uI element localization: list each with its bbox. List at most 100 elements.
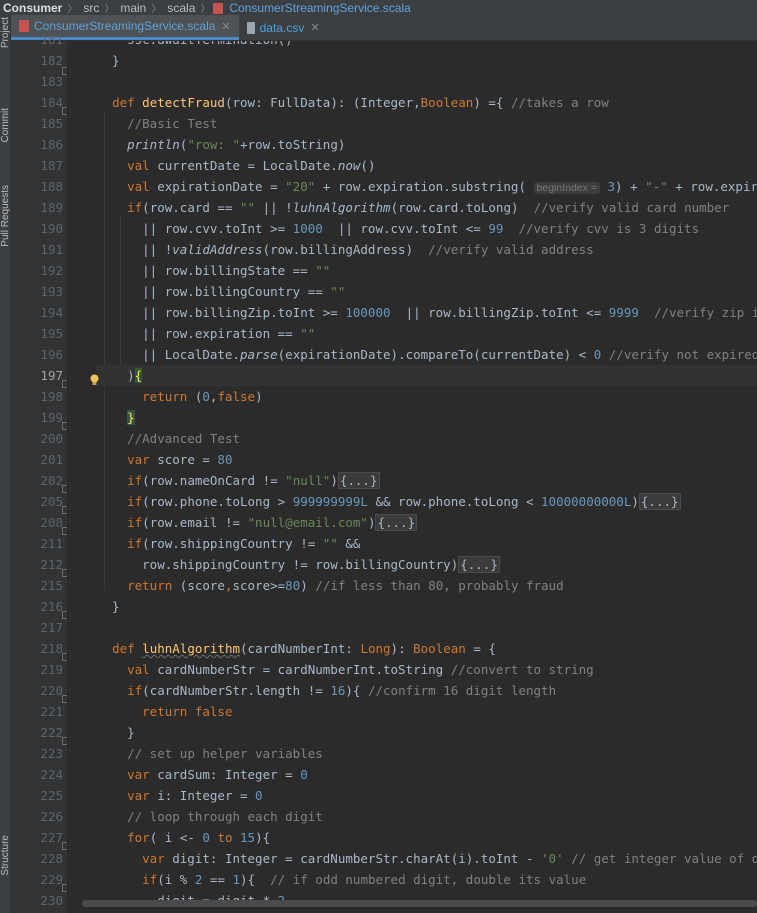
line-number: 222	[40, 725, 63, 740]
line-number: 190	[40, 221, 63, 236]
code-line[interactable]: val cardNumberStr = cardNumberInt.toStri…	[97, 659, 757, 680]
code-line[interactable]: || row.billingZip.toInt >= 100000 || row…	[97, 302, 757, 323]
line-number: 182	[40, 53, 63, 68]
line-number: 226	[40, 809, 63, 824]
line-number: 189	[40, 200, 63, 215]
line-number: 221	[40, 704, 63, 719]
code-line[interactable]: def luhnAlgorithm(cardNumberInt: Long): …	[97, 638, 757, 659]
line-number: 200	[40, 431, 63, 446]
line-number: 185	[40, 116, 63, 131]
commit-tool-tab[interactable]: Commit	[0, 108, 11, 142]
chevron-right-icon: 〉	[151, 4, 162, 15]
editor-gutter: 181 182 183 184 185 186 187 188 189 190 191 192 193 1…	[11, 32, 67, 913]
line-numbers: 181 182 183 184 185 186 187 188 189 190 191 192 193 1…	[11, 29, 63, 911]
code-line[interactable]: row.shippingCountry != row.billingCountr…	[97, 554, 757, 575]
code-line[interactable]: return (0,false)	[97, 386, 757, 407]
code-line[interactable]: var i: Integer = 0	[97, 785, 757, 806]
code-line[interactable]: val expirationDate = "20" + row.expirati…	[97, 176, 757, 197]
code-line[interactable]: for( i <- 0 to 15){	[97, 827, 757, 848]
code-line[interactable]: || row.cvv.toInt >= 1000 || row.cvv.toIn…	[97, 218, 757, 239]
line-number: 208	[40, 515, 63, 530]
line-number: 197	[40, 368, 63, 383]
project-tool-tab[interactable]: Project	[0, 17, 11, 48]
code-editor[interactable]: ssc.awaitTermination() } def detectFraud…	[67, 41, 757, 903]
line-number: 194	[40, 305, 63, 320]
horizontal-scrollbar[interactable]	[82, 900, 757, 907]
code-line[interactable]: var cardSum: Integer = 0	[97, 764, 757, 785]
line-number: 183	[40, 74, 63, 89]
chevron-right-icon: 〉	[200, 4, 211, 15]
line-number: 205	[40, 494, 63, 509]
editor-tab-bar: ConsumerStreamingService.scala ✕ data.cs…	[11, 15, 757, 41]
code-line[interactable]: var digit: Integer = cardNumberStr.charA…	[97, 848, 757, 869]
structure-tool-tab[interactable]: Structure	[0, 835, 11, 876]
code-line[interactable]: return (score,score>=80) //if less than …	[97, 575, 757, 596]
code-line[interactable]: if(row.nameOnCard != "null") {...}	[97, 470, 757, 491]
code-line[interactable]	[97, 617, 757, 638]
line-number: 211	[40, 536, 63, 551]
code-line[interactable]	[97, 71, 757, 92]
line-number: 201	[40, 452, 63, 467]
line-number: 223	[40, 746, 63, 761]
breadcrumb-item-scala[interactable]: scala	[164, 1, 197, 15]
code-line[interactable]: }	[97, 722, 757, 743]
code-line[interactable]: if(row.shippingCountry != "" &&	[97, 533, 757, 554]
code-line[interactable]: || row.expiration == ""	[97, 323, 757, 344]
code-line[interactable]: }	[97, 50, 757, 71]
line-number: 192	[40, 263, 63, 278]
breadcrumb-item-src[interactable]: src	[80, 1, 101, 15]
code-line[interactable]: println("row: "+row.toString)	[97, 134, 757, 155]
tab-label: data.csv	[259, 20, 305, 35]
left-tool-window-bar: Project Commit Pull Requests Structure	[0, 15, 11, 913]
code-line[interactable]: || row.billingState == ""	[97, 260, 757, 281]
code-line[interactable]: ssc.awaitTermination()	[97, 41, 757, 50]
line-number: 215	[40, 578, 63, 593]
breadcrumb-item-project[interactable]: Consumer	[0, 1, 64, 15]
code-line[interactable]: //Basic Test	[97, 113, 757, 134]
code-line[interactable]: }	[97, 407, 757, 428]
code-line[interactable]: if(row.card == "" || !luhnAlgorithm(row.…	[97, 197, 757, 218]
code-line[interactable]: val currentDate = LocalDate.now()	[97, 155, 757, 176]
breadcrumb-item-main[interactable]: main	[117, 1, 148, 15]
breadcrumb: Consumer 〉 src 〉 main 〉 scala 〉 Consumer…	[0, 0, 757, 15]
line-number: 191	[40, 242, 63, 257]
chevron-right-icon: 〉	[104, 4, 115, 15]
code-line[interactable]: if(row.phone.toLong > 999999999L && row.…	[97, 491, 757, 512]
code-line[interactable]: // set up helper variables	[97, 743, 757, 764]
code-lines[interactable]: ssc.awaitTermination() } def detectFraud…	[97, 41, 757, 903]
line-number: 228	[40, 851, 63, 866]
code-line[interactable]: // loop through each digit	[97, 806, 757, 827]
code-line[interactable]: var score = 80	[97, 449, 757, 470]
line-number: 216	[40, 599, 63, 614]
line-number: 198	[40, 389, 63, 404]
code-line[interactable]: || row.billingCountry == ""	[97, 281, 757, 302]
code-line[interactable]: ){	[97, 365, 757, 386]
line-number: 217	[40, 620, 63, 635]
code-line[interactable]: if(i % 2 == 1){ // if odd numbered digit…	[97, 869, 757, 890]
code-line[interactable]: def detectFraud(row: FullData): (Integer…	[97, 92, 757, 113]
csv-file-icon	[246, 21, 255, 34]
code-line[interactable]: if(row.email != "null@email.com") {...}	[97, 512, 757, 533]
chevron-right-icon: 〉	[67, 4, 78, 15]
line-number: 225	[40, 788, 63, 803]
line-number: 218	[40, 641, 63, 656]
code-line[interactable]: return false	[97, 701, 757, 722]
lightbulb-icon[interactable]	[89, 374, 100, 386]
close-icon[interactable]: ✕	[221, 20, 230, 33]
line-number: 212	[40, 557, 63, 572]
line-number: 230	[40, 893, 63, 908]
code-line[interactable]: if(cardNumberStr.length != 16){ //confir…	[97, 680, 757, 701]
pull-requests-tool-tab[interactable]: Pull Requests	[0, 185, 11, 247]
close-icon[interactable]: ✕	[310, 21, 319, 34]
breadcrumb-item-file[interactable]: ConsumerStreamingService.scala	[226, 1, 412, 15]
line-number: 229	[40, 872, 63, 887]
code-line[interactable]: }	[97, 596, 757, 617]
code-line[interactable]: || !validAddress(row.billingAddress) //v…	[97, 239, 757, 260]
tab-data-csv[interactable]: data.csv ✕	[239, 15, 328, 40]
line-number: 224	[40, 767, 63, 782]
code-line[interactable]: || LocalDate.parse(expirationDate).compa…	[97, 344, 757, 365]
line-number: 188	[40, 179, 63, 194]
code-line[interactable]: //Advanced Test	[97, 428, 757, 449]
line-number: 227	[40, 830, 63, 845]
line-number: 193	[40, 284, 63, 299]
